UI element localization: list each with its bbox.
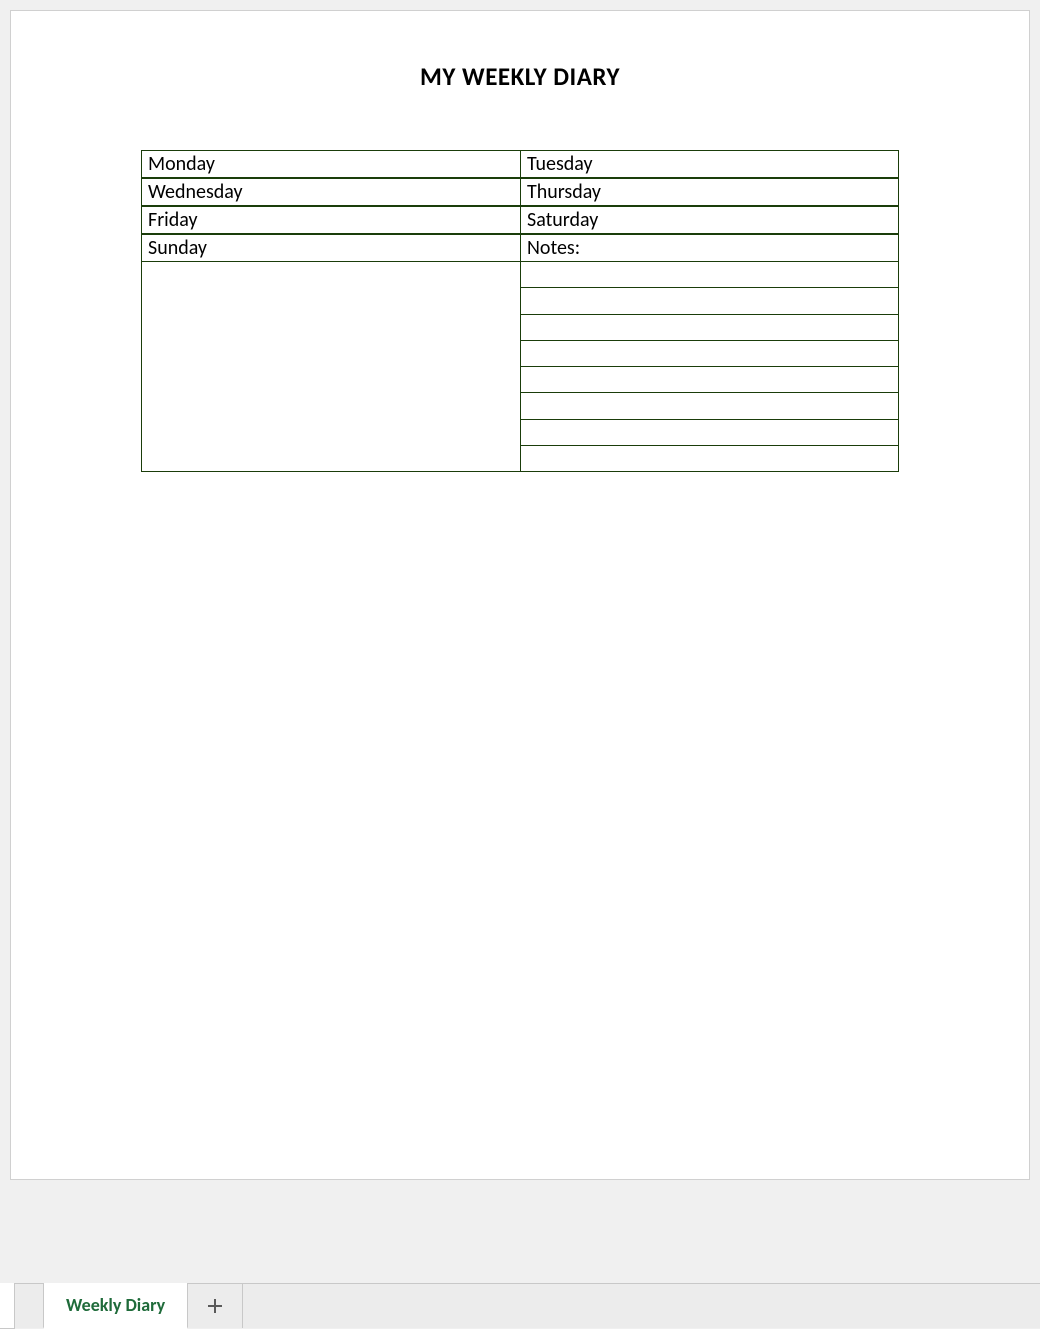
- notes-line[interactable]: [521, 341, 898, 367]
- tab-scroll-stub[interactable]: [0, 1283, 15, 1329]
- tab-weekly-diary[interactable]: Weekly Diary: [43, 1283, 188, 1329]
- plus-icon: [207, 1293, 223, 1320]
- day-label-friday: Friday: [142, 207, 520, 234]
- add-sheet-button[interactable]: [188, 1284, 243, 1328]
- day-body-sunday[interactable]: [142, 262, 520, 471]
- notes-line[interactable]: [521, 367, 898, 393]
- sheet-tabs-bar: Weekly Diary: [0, 1283, 1040, 1328]
- cell-sunday[interactable]: Sunday: [141, 234, 520, 472]
- notes-line[interactable]: [521, 393, 898, 419]
- notes-line[interactable]: [521, 446, 898, 471]
- day-label-saturday: Saturday: [521, 207, 898, 234]
- notes-line[interactable]: [521, 262, 898, 288]
- day-label-wednesday: Wednesday: [142, 179, 520, 206]
- cell-saturday[interactable]: Saturday: [520, 206, 899, 234]
- notes-line[interactable]: [521, 315, 898, 341]
- cell-thursday[interactable]: Thursday: [520, 178, 899, 206]
- notes-label: Notes:: [521, 235, 898, 262]
- document-page: MY WEEKLY DIARY Monday Tuesday Wednesday…: [10, 10, 1030, 1180]
- cell-monday[interactable]: Monday: [141, 150, 520, 178]
- cell-notes[interactable]: Notes:: [520, 234, 899, 472]
- cell-tuesday[interactable]: Tuesday: [520, 150, 899, 178]
- day-label-monday: Monday: [142, 151, 520, 178]
- notes-line[interactable]: [521, 420, 898, 446]
- day-label-sunday: Sunday: [142, 235, 520, 262]
- weekly-grid: Monday Tuesday Wednesday Thursday Friday…: [141, 150, 899, 472]
- page-title: MY WEEKLY DIARY: [96, 61, 944, 92]
- notes-body[interactable]: [521, 262, 898, 471]
- day-label-thursday: Thursday: [521, 179, 898, 206]
- notes-line[interactable]: [521, 288, 898, 314]
- cell-wednesday[interactable]: Wednesday: [141, 178, 520, 206]
- day-label-tuesday: Tuesday: [521, 151, 898, 178]
- cell-friday[interactable]: Friday: [141, 206, 520, 234]
